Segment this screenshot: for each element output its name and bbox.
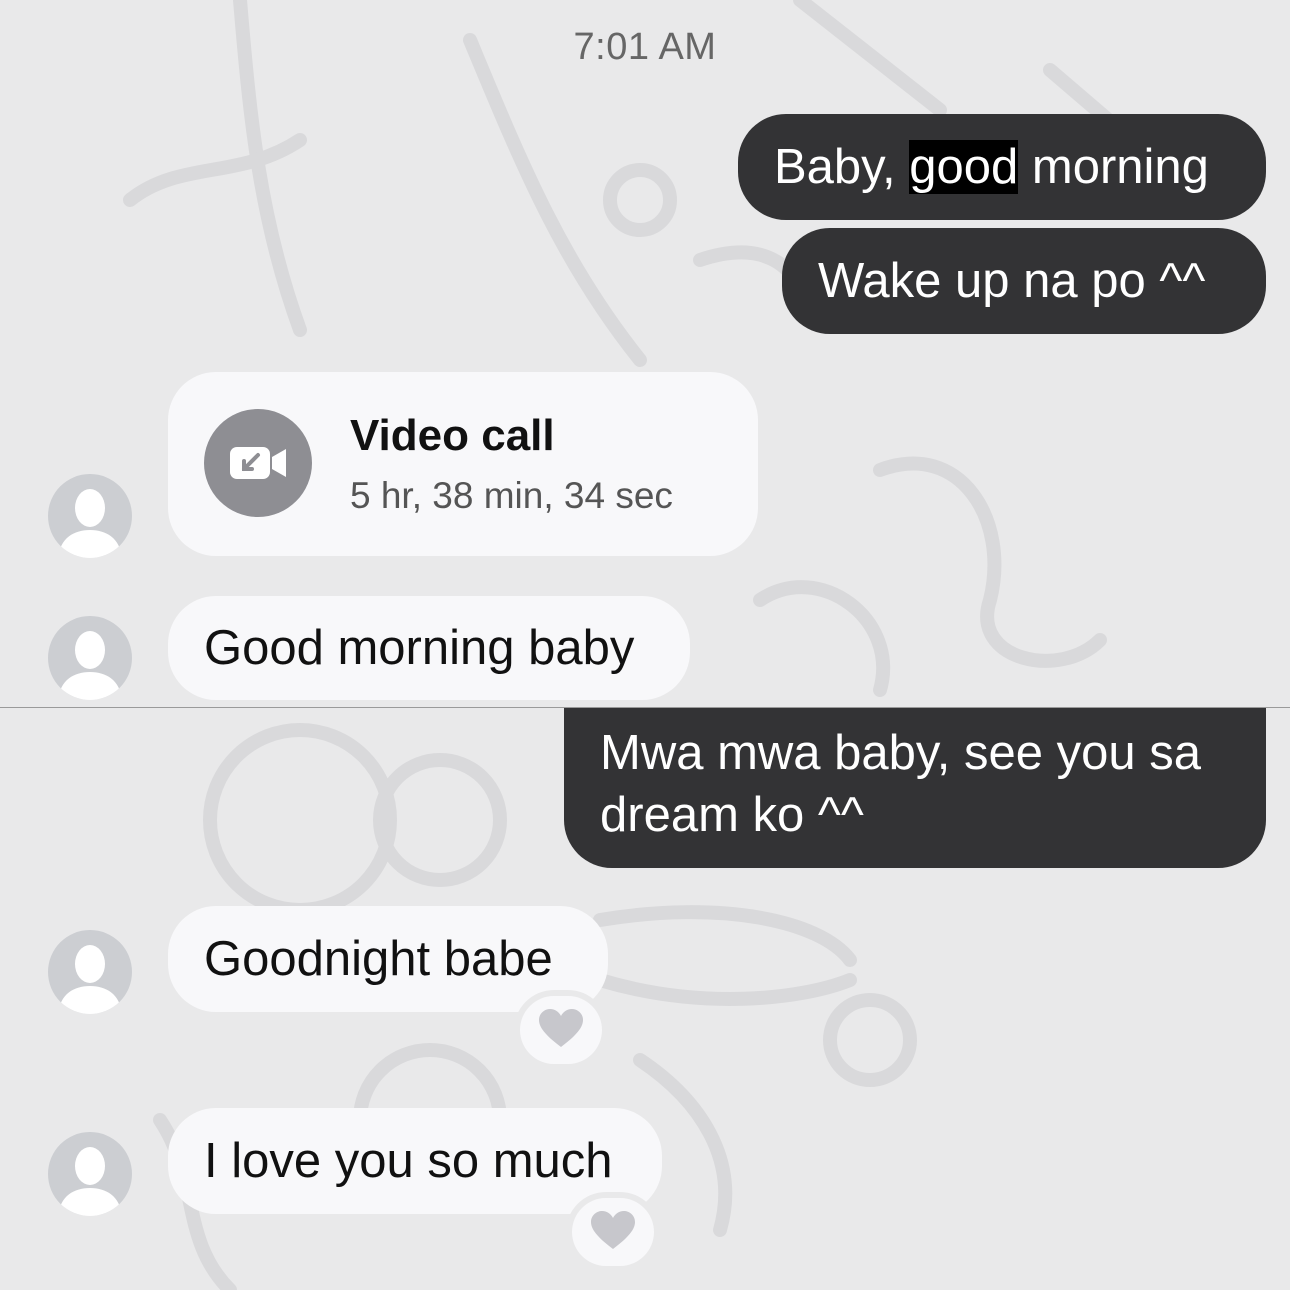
avatar[interactable] <box>48 1132 132 1216</box>
message-timestamp: 7:01 AM <box>573 26 717 68</box>
outgoing-message[interactable]: Baby, good morning <box>738 114 1266 220</box>
heart-reaction[interactable] <box>572 1198 654 1266</box>
message-text-line: dream ko ^^ <box>600 788 864 842</box>
message-text: Wake up na po ^^ <box>818 254 1206 308</box>
person-silhouette-icon <box>58 489 122 558</box>
avatar[interactable] <box>48 616 132 700</box>
incoming-message[interactable]: I love you so much <box>168 1108 662 1214</box>
message-text: I love you so much <box>204 1134 613 1188</box>
video-call-card[interactable]: Video call 5 hr, 38 min, 34 sec <box>168 372 758 556</box>
outgoing-message[interactable]: Mwa mwa baby, see you sa dream ko ^^ <box>564 708 1266 868</box>
person-silhouette-icon <box>58 1147 122 1216</box>
message-text-post: morning <box>1018 140 1209 194</box>
highlighted-word: good <box>909 140 1019 194</box>
person-silhouette-icon <box>58 631 122 700</box>
heart-icon <box>539 1009 583 1047</box>
outgoing-message[interactable]: Wake up na po ^^ <box>782 228 1266 334</box>
incoming-message[interactable]: Goodnight babe <box>168 906 608 1012</box>
message-text-line: Mwa mwa baby, see you sa <box>600 726 1201 780</box>
heart-icon <box>591 1211 635 1249</box>
avatar[interactable] <box>48 474 132 558</box>
message-text: Good morning baby <box>204 621 635 675</box>
person-silhouette-icon <box>58 945 122 1014</box>
call-title: Video call <box>350 411 555 460</box>
heart-reaction[interactable] <box>520 996 602 1064</box>
message-text-pre: Baby, <box>774 140 910 194</box>
avatar[interactable] <box>48 930 132 1014</box>
message-text: Goodnight babe <box>204 932 553 986</box>
incoming-message[interactable]: Good morning baby <box>168 596 690 700</box>
video-camera-icon <box>204 409 312 517</box>
call-duration: 5 hr, 38 min, 34 sec <box>350 475 673 516</box>
